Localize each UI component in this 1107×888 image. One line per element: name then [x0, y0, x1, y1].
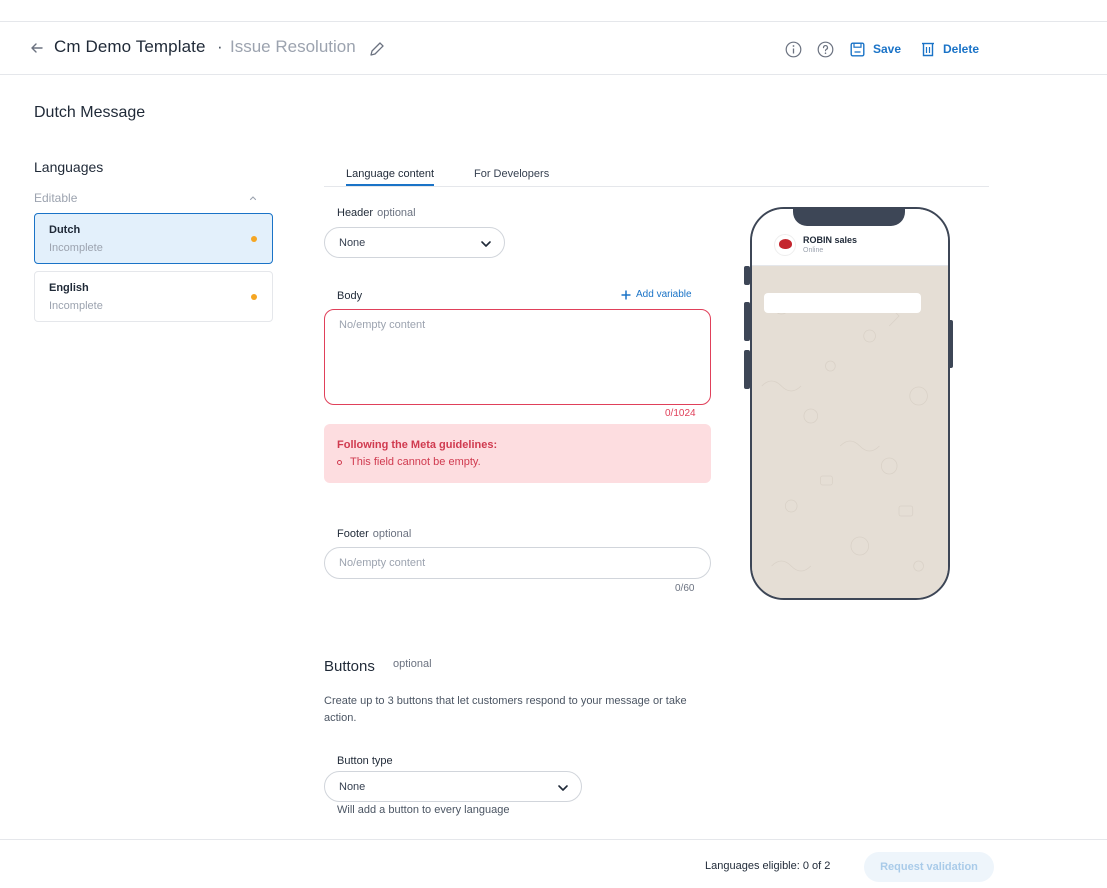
save-label: Save: [873, 42, 902, 56]
add-variable-label: Add variable: [636, 289, 692, 300]
status-dot: [251, 294, 257, 300]
buttons-section-title: Buttons: [324, 658, 375, 675]
error-text: This field cannot be empty.: [350, 456, 481, 468]
button-type-hint: Will add a button to every language: [337, 804, 510, 816]
contact-avatar: [774, 234, 796, 256]
button-type-select[interactable]: None: [324, 771, 582, 802]
chevron-down-icon: [481, 241, 491, 247]
language-status: Incomplete: [49, 242, 103, 254]
bottom-bar: Languages eligible: 0 of 2 Request valid…: [0, 839, 1107, 888]
language-item-dutch[interactable]: Dutch Incomplete: [34, 213, 273, 264]
editable-group-label: Editable: [34, 191, 78, 205]
help-icon[interactable]: [817, 41, 834, 58]
chat-background: [752, 266, 948, 598]
save-button[interactable]: Save: [850, 39, 901, 59]
trash-icon: [922, 42, 934, 57]
delete-button[interactable]: Delete: [921, 39, 979, 59]
plus-icon: [621, 290, 631, 299]
delete-label: Delete: [943, 42, 980, 56]
footer-field-label: Footer optional: [337, 528, 411, 540]
languages-eligible-text: Languages eligible: 0 of 2: [705, 860, 831, 872]
tab-language-content[interactable]: Language content: [346, 168, 435, 186]
info-icon[interactable]: [785, 41, 802, 58]
header-type-value: None: [339, 237, 366, 249]
template-title: Cm Demo Template: [54, 37, 206, 56]
chevron-up-icon[interactable]: [248, 193, 258, 203]
back-arrow-icon[interactable]: [30, 41, 44, 55]
template-category: Issue Resolution: [230, 37, 356, 56]
guidelines-error-box: Following the Meta guidelines: This fiel…: [324, 424, 711, 483]
save-icon: [850, 42, 865, 57]
button-type-value: None: [339, 781, 366, 793]
header-field-label: Header optional: [337, 207, 416, 219]
add-variable-button[interactable]: Add variable: [621, 289, 692, 300]
bullet-icon: [337, 459, 342, 465]
title-separator: ·: [217, 37, 223, 56]
body-textarea[interactable]: No/empty content: [324, 309, 711, 405]
tab-for-developers[interactable]: For Developers: [474, 168, 549, 184]
page-title: Dutch Message: [34, 104, 146, 121]
footer-input[interactable]: No/empty content: [324, 547, 711, 579]
buttons-description: Create up to 3 buttons that let customer…: [324, 695, 687, 724]
footer-placeholder: No/empty content: [339, 557, 426, 569]
optional-tag: optional: [393, 658, 432, 670]
contact-name: ROBIN sales: [803, 235, 858, 245]
chevron-down-icon: [558, 785, 568, 791]
footer-char-counter: 0/60: [675, 583, 695, 594]
optional-tag: optional: [377, 207, 416, 219]
guidelines-title: Following the Meta guidelines:: [337, 439, 498, 451]
status-dot: [251, 236, 257, 242]
body-char-counter: 0/1024: [665, 408, 696, 419]
header-label-text: Header: [337, 207, 374, 219]
languages-heading: Languages: [34, 159, 104, 175]
footer-label-text: Footer: [337, 528, 369, 540]
header-type-select[interactable]: None: [324, 227, 505, 258]
button-type-label: Button type: [337, 755, 393, 767]
language-name: English: [49, 282, 89, 294]
optional-tag: optional: [372, 528, 412, 540]
guidelines-error-item: This field cannot be empty.: [337, 456, 481, 468]
language-name: Dutch: [49, 224, 81, 236]
language-item-english[interactable]: English Incomplete: [34, 271, 273, 322]
body-placeholder: No/empty content: [339, 319, 426, 331]
page-header: Cm Demo Template · Issue Resolution Save…: [0, 22, 1107, 75]
message-preview-phone: ROBIN sales Online: [750, 207, 950, 600]
content-tabs: Language content For Developers: [324, 168, 989, 187]
contact-status: Online: [803, 247, 824, 254]
phone-notch: [793, 207, 905, 226]
request-validation-button[interactable]: Request validation: [864, 852, 994, 882]
body-field-label: Body: [337, 290, 363, 302]
pencil-icon[interactable]: [369, 41, 385, 57]
message-bubble: [764, 293, 921, 313]
language-status: Incomplete: [49, 300, 103, 312]
